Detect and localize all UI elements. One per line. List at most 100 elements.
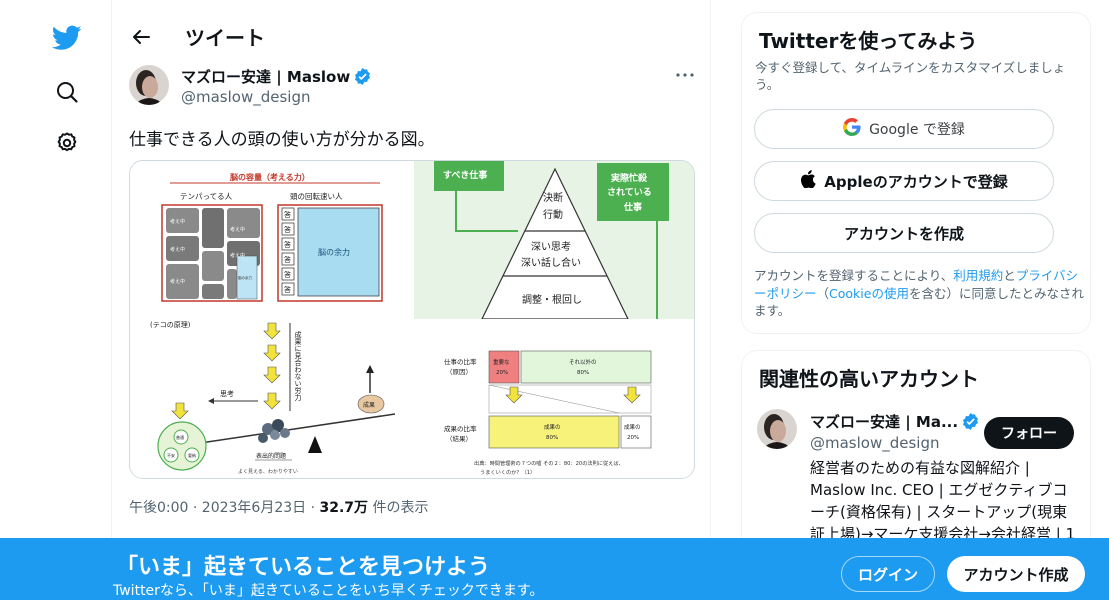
q1-answer-2: 答 [284, 225, 291, 234]
views-count: 32.7万 [319, 500, 369, 516]
q2-right-box-3: 仕事 [623, 201, 642, 213]
q4-source-2: うまくいくのか？（1） [480, 469, 535, 476]
q4-other: それ以外の [569, 358, 597, 366]
q1-block-4: 考え中 [230, 252, 245, 259]
timestamp[interactable]: 午後0:00 · 2023年6月23日 [129, 500, 306, 516]
author-name-text: マズロー安達 | Maslow [181, 68, 351, 86]
q4-important-pct: 20% [496, 370, 508, 376]
q3-result: 成果 [363, 401, 375, 409]
q3-surface: 表出的問題 [256, 452, 286, 460]
q1-small-free: 脳の余力 [238, 275, 252, 280]
legal-text: アカウントを登録することにより、利用規約とプライバシーポリシー（Cookieの使… [754, 267, 1084, 320]
signup-card: Twitterを使ってみよう 今すぐ登録して、タイムラインをカスタマイズしましょ… [741, 12, 1091, 334]
terms-link[interactable]: 利用規約 [953, 268, 1003, 283]
q4-result1: 成果の [544, 423, 561, 431]
q1-answer-5: 答 [284, 270, 291, 279]
q3-caption: よく見える、わかりやすい [238, 468, 298, 475]
search-icon[interactable] [44, 69, 90, 115]
q2-left-box: すべき仕事 [443, 169, 487, 181]
q4-row2-label-1: 成果の比率 [444, 424, 477, 433]
signup-card-title: Twitterを使ってみよう [759, 29, 978, 53]
follow-button[interactable]: フォロー [984, 417, 1074, 449]
legal-open-paren: （ [816, 285, 830, 301]
signup-button[interactable]: アカウント作成 [947, 556, 1085, 592]
q4-row2-label-2: （結果） [446, 434, 472, 443]
media-image-4[interactable]: 仕事の比率 （原因） 重要な 20% それ以外の 80% 成果の比率 （結果） … [414, 321, 694, 478]
q1-left-label: テンパってる人 [180, 192, 233, 201]
q1-answer-1: 答 [284, 210, 291, 219]
related-account-avatar[interactable] [757, 409, 797, 449]
q1-answer-6: 答 [284, 285, 291, 294]
legal-and: と [1003, 268, 1016, 283]
q3-c3: 要納 [188, 452, 196, 458]
tweet-text: 仕事できる人の頭の使い方が分かる図。 [129, 130, 435, 150]
related-account-handle[interactable]: @maslow_design [810, 434, 940, 452]
tweet-meta: 午後0:00 · 2023年6月23日 · 32.7万 件の表示 [129, 497, 429, 517]
banner-title: 「いま」起きていることを見つけよう [116, 555, 491, 580]
q1-answer-3: 答 [284, 240, 291, 249]
q4-row1-label-1: 仕事の比率 [444, 357, 477, 366]
q4-result2-pct: 20% [627, 435, 639, 441]
create-account-label: アカウントを作成 [843, 224, 964, 243]
q1-free-space: 脳の余力 [318, 247, 350, 257]
q3-c2: 不安 [167, 452, 175, 458]
signup-card-subtitle: 今すぐ登録して、タイムラインをカスタマイズしましょう。 [755, 60, 1066, 92]
media-image-2[interactable]: すべき仕事 実際忙殺 されている 仕事 決断 行動 深い思考 深い話し合い 調整… [414, 161, 694, 319]
google-signup-button[interactable]: Google で登録 [754, 109, 1054, 149]
page-title: ツイート [185, 26, 265, 50]
q1-block-3: 考え中 [170, 246, 185, 253]
verified-badge-icon [962, 413, 979, 430]
q3-think: 思考 [220, 390, 234, 398]
q2-tier1-2: 行動 [543, 208, 563, 221]
header: ツイート [112, 0, 711, 72]
verified-badge-icon [354, 68, 371, 85]
q2-tier1-1: 決断 [543, 191, 563, 204]
q1-title: 脳の容量（考える力） [229, 172, 310, 182]
apple-signup-button[interactable]: Appleのアカウントで登録 [754, 161, 1054, 201]
q1-block-5: 考え中 [170, 278, 185, 285]
q2-right-box-1: 実際忙殺 [611, 172, 648, 184]
author-name[interactable]: マズロー安達 | Maslow [181, 66, 371, 87]
q1-answer-4: 答 [284, 255, 291, 264]
q1-block-2: 考え中 [230, 226, 245, 233]
related-card-title: 関連性の高いアカウント [759, 367, 979, 391]
author-handle[interactable]: @maslow_design [181, 88, 311, 106]
cookie-link[interactable]: Cookieの使用 [829, 286, 909, 301]
q1-block-1: 考え中 [170, 218, 185, 225]
q4-other-pct: 80% [577, 370, 589, 376]
q3-top: (テコの原理) [150, 321, 191, 329]
q3-vertical: 成果に見合わない労力 [294, 330, 302, 402]
google-icon [843, 118, 861, 140]
related-account-name-text: マズロー安達 | Ma... [810, 413, 959, 431]
legal-prefix: アカウントを登録することにより、 [754, 268, 954, 283]
twitter-logo-icon[interactable] [44, 15, 90, 61]
avatar[interactable] [129, 65, 169, 105]
meta-separator: · [306, 500, 320, 516]
media-image-1[interactable]: 脳の容量（考える力） テンパってる人 頭の回転速い人 考え中 考え中 考え中 考… [130, 161, 412, 319]
q2-right-box-2: されている [607, 187, 652, 198]
google-signup-label: Google で登録 [869, 122, 965, 138]
related-account-name[interactable]: マズロー安達 | Ma... [810, 411, 979, 432]
media-image-3[interactable]: (テコの原理) 成果に見合わない労力 思考 普通 不安 要納 表出的問題 よく見… [130, 321, 412, 478]
login-button[interactable]: ログイン [841, 556, 935, 592]
back-arrow-icon[interactable] [124, 20, 158, 54]
q1-right-label: 頭の回転速い人 [290, 192, 343, 201]
q4-important: 重要な [493, 358, 510, 366]
q4-source-1: 出典：時間管理術の７つの嘘 その２：80：20の法則に従えば、 [474, 459, 624, 467]
tweet-media[interactable]: 脳の容量（考える力） テンパってる人 頭の回転速い人 考え中 考え中 考え中 考… [129, 160, 695, 479]
bottom-signup-banner: 「いま」起きていることを見つけよう Twitterなら、「いま」起きていることを… [0, 538, 1109, 600]
apple-signup-label: Appleのアカウントで登録 [824, 172, 1008, 191]
q2-tier3: 調整・根回し [522, 293, 582, 306]
q4-result2: 成果の [624, 423, 641, 431]
banner-subtitle: Twitterなら、「いま」起きていることをいち早くチェックできます。 [113, 583, 544, 599]
create-account-button[interactable]: アカウントを作成 [754, 213, 1054, 253]
q3-c1: 普通 [176, 434, 184, 440]
views-label: 件の表示 [368, 500, 429, 516]
apple-icon [800, 170, 816, 192]
q2-tier2-1: 深い思考 [531, 241, 571, 253]
tweet-column: ツイート マズロー安達 | Maslow @maslow_design 仕事でき… [111, 0, 711, 600]
more-options-icon[interactable] [672, 64, 698, 86]
q2-tier2-2: 深い話し合い [521, 256, 581, 269]
settings-icon[interactable] [44, 120, 90, 166]
q4-result1-pct: 80% [546, 435, 558, 441]
